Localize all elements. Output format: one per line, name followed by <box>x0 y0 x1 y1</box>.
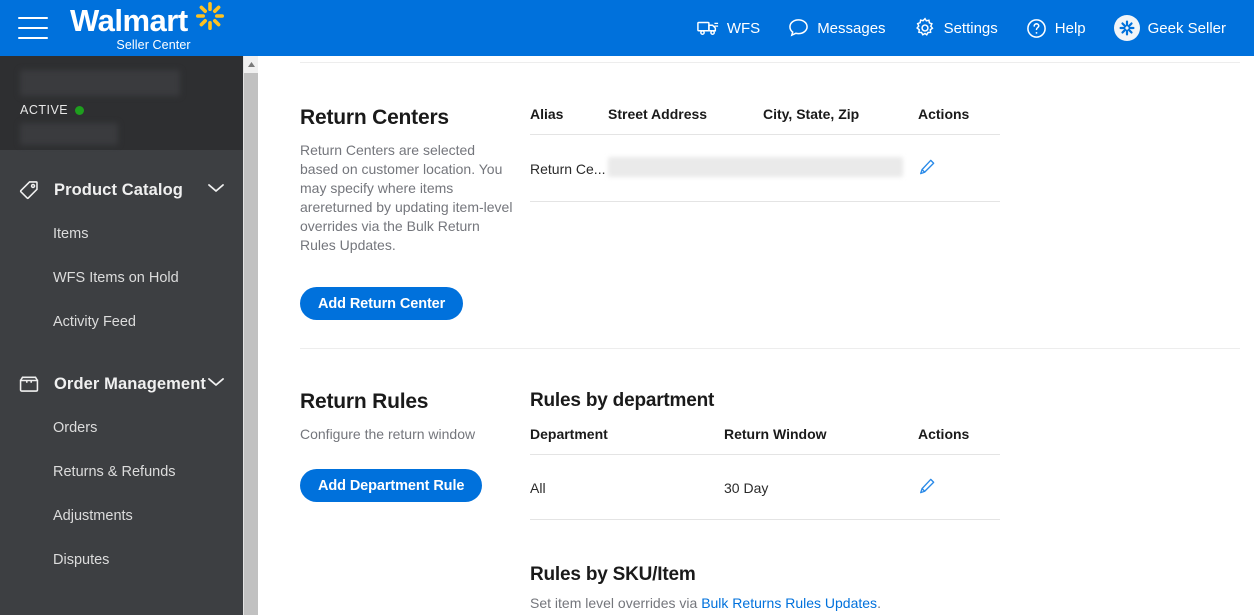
rules-by-department-title: Rules by department <box>530 390 715 411</box>
cell-department: All <box>530 454 724 520</box>
sidebar-item-disputes-label: Disputes <box>53 552 110 568</box>
column-header-street-address: Street Address <box>608 106 763 135</box>
edit-icon[interactable] <box>918 158 936 179</box>
status-badge: ACTIVE <box>20 103 223 117</box>
brand-logo[interactable]: Walmart Seller Center <box>70 1 225 52</box>
column-header-department: Department <box>530 426 724 455</box>
seller-profile: ACTIVE <box>0 56 243 150</box>
sidebar-item-activity-feed-label: Activity Feed <box>53 314 136 330</box>
cell-actions <box>918 454 1000 520</box>
table-row: All 30 Day <box>530 454 1000 520</box>
column-header-return-window: Return Window <box>724 426 918 455</box>
sidebar-item-adjustments[interactable]: Adjustments <box>0 494 243 538</box>
table-row: Return Ce... <box>530 134 1000 202</box>
section-divider <box>300 348 1240 349</box>
column-header-actions: Actions <box>918 106 1000 135</box>
header-nav-messages-label: Messages <box>817 19 886 37</box>
scroll-up-arrow-icon[interactable] <box>244 56 259 73</box>
return-centers-info: Return Centers Return Centers are select… <box>300 106 530 320</box>
question-circle-icon <box>1026 18 1047 39</box>
sidebar-item-returns-refunds-label: Returns & Refunds <box>53 464 176 480</box>
brand-subtitle: Seller Center <box>116 37 191 52</box>
gear-icon <box>914 17 936 39</box>
sidebar-item-activity-feed[interactable]: Activity Feed <box>0 300 243 344</box>
cell-return-window: 30 Day <box>724 454 918 520</box>
top-header: Walmart Seller Center WFS Messages Setti… <box>0 0 1254 56</box>
add-department-rule-button[interactable]: Add Department Rule <box>300 469 483 502</box>
sidebar-group-product-catalog-label: Product Catalog <box>54 180 183 199</box>
sidebar: ACTIVE Product Catalog Items WFS Items o… <box>0 56 243 615</box>
chevron-down-icon <box>207 375 225 393</box>
return-rules-info: Return Rules Configure the return window… <box>300 390 530 611</box>
return-rules-title: Return Rules <box>300 390 429 413</box>
sidebar-item-wfs-items-on-hold-label: WFS Items on Hold <box>53 270 179 286</box>
sidebar-group-product-catalog[interactable]: Product Catalog <box>0 168 243 212</box>
box-icon <box>18 373 44 395</box>
truck-icon <box>697 19 719 37</box>
header-nav-account-label: Geek Seller <box>1147 19 1226 37</box>
sidebar-item-returns-refunds[interactable]: Returns & Refunds <box>0 450 243 494</box>
rules-by-department-table: Department Return Window Actions All 30 … <box>530 426 1000 520</box>
header-nav-messages[interactable]: Messages <box>774 0 899 56</box>
return-centers-section: Return Centers Return Centers are select… <box>300 106 1240 320</box>
sidebar-item-orders[interactable]: Orders <box>0 406 243 450</box>
sidebar-item-items[interactable]: Items <box>0 212 243 256</box>
sidebar-item-adjustments-label: Adjustments <box>53 508 133 524</box>
sidebar-item-wfs-items-on-hold[interactable]: WFS Items on Hold <box>0 256 243 300</box>
return-centers-table: Alias Street Address City, State, Zip Ac… <box>530 106 1000 202</box>
redacted-seller-name <box>20 70 180 96</box>
header-nav-settings-label: Settings <box>943 19 998 37</box>
sidebar-scrollbar[interactable] <box>243 56 259 615</box>
header-nav-account[interactable]: Geek Seller <box>1100 0 1240 56</box>
rules-by-sku-block: Rules by SKU/Item Set item level overrid… <box>530 564 1240 611</box>
edit-icon[interactable] <box>918 477 936 498</box>
header-nav-wfs-label: WFS <box>726 19 761 37</box>
return-rules-tables: Rules by department Department Return Wi… <box>530 390 1240 611</box>
return-rules-section: Return Rules Configure the return window… <box>300 390 1240 611</box>
redacted-address-value <box>608 157 903 177</box>
return-rules-description: Configure the return window <box>300 426 476 442</box>
header-nav-wfs[interactable]: WFS <box>683 0 774 56</box>
sidebar-scrollbar-thumb[interactable] <box>244 73 259 615</box>
column-header-city-state-zip: City, State, Zip <box>763 106 918 135</box>
chevron-down-icon <box>207 181 225 199</box>
hamburger-icon[interactable] <box>18 17 48 39</box>
rules-by-sku-description-suffix: . <box>877 595 881 611</box>
content-top-divider <box>300 62 1240 63</box>
header-nav-help-label: Help <box>1054 19 1086 37</box>
status-dot-icon <box>75 105 85 115</box>
sidebar-group-order-management-label: Order Management <box>54 374 206 393</box>
header-nav-settings[interactable]: Settings <box>900 0 1012 56</box>
tag-icon <box>18 179 44 201</box>
return-centers-table-wrap: Alias Street Address City, State, Zip Ac… <box>530 106 1240 320</box>
header-nav-help[interactable]: Help <box>1012 0 1100 56</box>
spark-avatar-icon <box>1113 15 1140 41</box>
walmart-spark-icon <box>195 1 225 36</box>
status-label: ACTIVE <box>20 103 69 117</box>
table-header-row: Alias Street Address City, State, Zip Ac… <box>530 106 1000 135</box>
rules-by-sku-title: Rules by SKU/Item <box>530 564 696 585</box>
add-return-center-button[interactable]: Add Return Center <box>300 287 464 320</box>
main-content: Return Centers Return Centers are select… <box>258 56 1254 615</box>
bulk-returns-rules-updates-link[interactable]: Bulk Returns Rules Updates <box>701 595 877 611</box>
header-nav: WFS Messages Settings Help Geek Seller <box>683 0 1254 56</box>
chat-bubble-icon <box>788 18 809 38</box>
cell-redacted-address <box>608 134 918 202</box>
column-header-alias: Alias <box>530 106 608 135</box>
cell-alias: Return Ce... <box>530 134 608 202</box>
sidebar-group-order-management[interactable]: Order Management <box>0 362 243 406</box>
return-centers-title: Return Centers <box>300 106 449 129</box>
table-header-row: Department Return Window Actions <box>530 426 1000 455</box>
cell-actions <box>918 134 1000 202</box>
rules-by-sku-description-prefix: Set item level overrides via <box>530 595 702 611</box>
sidebar-item-orders-label: Orders <box>53 420 98 436</box>
column-header-actions: Actions <box>918 426 1000 455</box>
sidebar-item-items-label: Items <box>53 226 89 242</box>
return-centers-description: Return Centers are selected based on cus… <box>300 142 513 253</box>
brand-name: Walmart <box>70 2 188 38</box>
rules-by-sku-description: Set item level overrides via Bulk Return… <box>530 595 1240 611</box>
sidebar-item-disputes[interactable]: Disputes <box>0 538 243 582</box>
redacted-seller-id <box>20 123 118 145</box>
